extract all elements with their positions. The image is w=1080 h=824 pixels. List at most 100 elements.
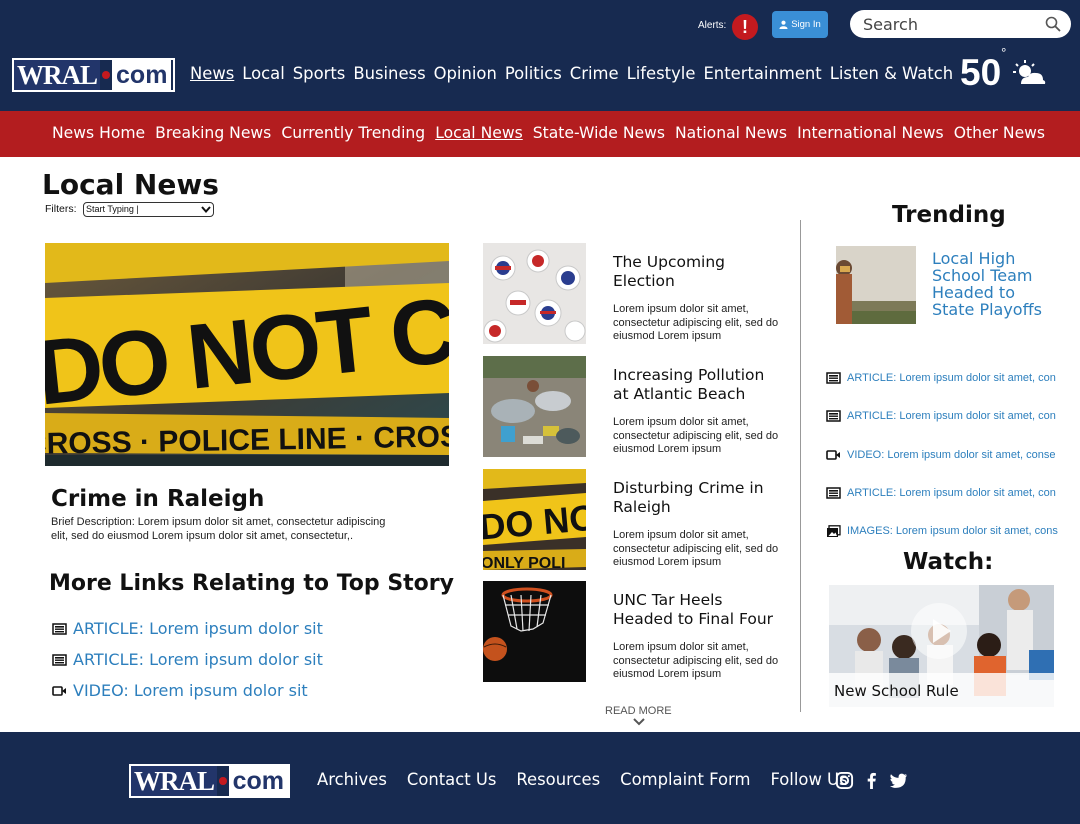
list-item[interactable]: IMAGES: Lorem ipsum dolor sit amet, cons (826, 512, 1061, 550)
footer-link-resources[interactable]: Resources (516, 770, 600, 789)
story-card[interactable]: Increasing Pollution at Atlantic Beach L… (483, 356, 783, 458)
nav-local[interactable]: Local (242, 64, 284, 83)
trending-link[interactable]: ARTICLE: Lorem ipsum dolor sit amet, con (847, 410, 1056, 422)
trending-link[interactable]: VIDEO: Lorem ipsum dolor sit amet, conse (847, 449, 1055, 461)
temperature-value: 50 (960, 52, 1002, 93)
more-link[interactable]: VIDEO: Lorem ipsum dolor sit (73, 681, 308, 700)
nav-entertainment[interactable]: Entertainment (703, 64, 821, 83)
subnav-currently-trending[interactable]: Currently Trending (281, 124, 425, 142)
story-description: Lorem ipsum dolor sit amet, consectetur … (613, 529, 779, 568)
hero-title[interactable]: Crime in Raleigh (51, 486, 264, 512)
newspaper-icon (52, 622, 67, 635)
facebook-icon[interactable] (862, 771, 881, 790)
chevron-down-icon[interactable] (632, 717, 646, 726)
trending-list: ARTICLE: Lorem ipsum dolor sit amet, con… (826, 359, 1061, 550)
site-logo[interactable]: WRAL com (12, 58, 175, 92)
hero-image[interactable]: DO NOT CROSS CROSS · POLICE LINE · CROSS (45, 243, 449, 466)
nav-business[interactable]: Business (353, 64, 425, 83)
trending-link[interactable]: ARTICLE: Lorem ipsum dolor sit amet, con (847, 487, 1056, 499)
subnav-international-news[interactable]: International News (797, 124, 944, 142)
list-item[interactable]: ARTICLE: Lorem ipsum dolor sit (52, 644, 323, 675)
site-footer: WRAL com Archives Contact Us Resources C… (0, 732, 1080, 824)
story-thumbnail[interactable] (483, 356, 586, 457)
list-item[interactable]: VIDEO: Lorem ipsum dolor sit amet, conse (826, 436, 1061, 474)
story-thumbnail[interactable] (483, 581, 586, 682)
nav-news[interactable]: News (190, 64, 234, 83)
newspaper-icon (52, 653, 67, 666)
nav-crime[interactable]: Crime (570, 64, 619, 83)
chevron-down-icon (201, 206, 211, 214)
site-header: Alerts: ! Sign In WRAL com News Local Sp… (0, 0, 1080, 111)
read-more-link[interactable]: READ MORE (605, 705, 672, 717)
story-title[interactable]: Increasing Pollution at Atlantic Beach (613, 366, 783, 404)
story-title[interactable]: UNC Tar Heels Headed to Final Four (613, 591, 783, 629)
temperature-readout[interactable]: 50° (960, 45, 1006, 94)
search-icon[interactable] (1045, 16, 1061, 32)
temperature-unit: ° (1001, 44, 1007, 60)
partly-cloudy-icon (1013, 60, 1046, 84)
subnav-national-news[interactable]: National News (675, 124, 787, 142)
more-link[interactable]: ARTICLE: Lorem ipsum dolor sit (73, 650, 323, 669)
list-item[interactable]: ARTICLE: Lorem ipsum dolor sit amet, con (826, 474, 1061, 512)
story-thumbnail[interactable] (483, 243, 586, 344)
page-title: Local News (42, 168, 219, 201)
user-icon (779, 20, 788, 29)
more-link[interactable]: ARTICLE: Lorem ipsum dolor sit (73, 619, 323, 638)
search-bar (850, 10, 1071, 38)
nav-politics[interactable]: Politics (505, 64, 562, 83)
story-thumbnail[interactable]: DO NOT ONLY POLI (483, 469, 586, 570)
twitter-icon[interactable] (889, 771, 908, 790)
logo-wordmark: WRAL (131, 766, 218, 796)
nav-lifestyle[interactable]: Lifestyle (627, 64, 696, 83)
footer-link-contact[interactable]: Contact Us (407, 770, 497, 789)
main-nav: News Local Sports Business Opinion Polit… (190, 64, 953, 83)
watch-video-player[interactable]: New School Rule (829, 585, 1054, 707)
svg-text:ONLY POLI: ONLY POLI (483, 555, 565, 570)
search-input[interactable] (863, 13, 1043, 35)
nav-listen-watch[interactable]: Listen & Watch (830, 64, 953, 83)
footer-link-complaint[interactable]: Complaint Form (620, 770, 750, 789)
trending-image[interactable] (836, 246, 916, 324)
story-description: Lorem ipsum dolor sit amet, consectetur … (613, 303, 779, 342)
more-links-list: ARTICLE: Lorem ipsum dolor sit ARTICLE: … (52, 613, 323, 706)
story-title[interactable]: The Upcoming Election (613, 253, 783, 291)
subnav-breaking-news[interactable]: Breaking News (155, 124, 271, 142)
story-card[interactable]: DO NOT ONLY POLI Disturbing Crime in Ral… (483, 469, 783, 571)
video-camera-icon (826, 449, 840, 460)
list-item[interactable]: ARTICLE: Lorem ipsum dolor sit amet, con (826, 397, 1061, 435)
sign-in-label: Sign In (791, 19, 821, 30)
subnav-state-wide-news[interactable]: State-Wide News (533, 124, 665, 142)
video-caption: New School Rule (829, 673, 1054, 707)
alerts-label: Alerts: (698, 20, 727, 31)
subnav-other-news[interactable]: Other News (954, 124, 1045, 142)
nav-sports[interactable]: Sports (293, 64, 346, 83)
alert-icon[interactable]: ! (732, 14, 758, 40)
sign-in-button[interactable]: Sign In (772, 11, 828, 38)
social-links (835, 771, 908, 790)
footer-logo[interactable]: WRAL com (129, 764, 290, 798)
play-icon[interactable] (911, 603, 967, 659)
filter-dropdown[interactable]: Start Typing | (83, 202, 214, 217)
list-item[interactable]: ARTICLE: Lorem ipsum dolor sit (52, 613, 323, 644)
logo-suffix: com (112, 60, 172, 90)
story-card[interactable]: UNC Tar Heels Headed to Final Four Lorem… (483, 581, 783, 683)
nav-opinion[interactable]: Opinion (434, 64, 497, 83)
footer-link-archives[interactable]: Archives (317, 770, 387, 789)
instagram-icon[interactable] (835, 771, 854, 790)
hero-description: Brief Description: Lorem ipsum dolor sit… (51, 516, 386, 542)
trending-link[interactable]: IMAGES: Lorem ipsum dolor sit amet, cons (847, 525, 1058, 537)
subnav-news-home[interactable]: News Home (52, 124, 145, 142)
logo-dot (219, 777, 227, 785)
subnav-local-news[interactable]: Local News (435, 124, 523, 142)
story-title[interactable]: Disturbing Crime in Raleigh (613, 479, 783, 517)
trending-link[interactable]: ARTICLE: Lorem ipsum dolor sit amet, con (847, 372, 1056, 384)
footer-nav: Archives Contact Us Resources Complaint … (317, 770, 848, 789)
more-links-title: More Links Relating to Top Story (49, 571, 454, 596)
filter-value: Start Typing | (86, 204, 139, 214)
trending-headline[interactable]: Local High School Team Headed to State P… (932, 250, 1062, 318)
list-item[interactable]: VIDEO: Lorem ipsum dolor sit (52, 675, 323, 706)
images-icon (827, 525, 841, 538)
list-item[interactable]: ARTICLE: Lorem ipsum dolor sit amet, con (826, 359, 1061, 397)
video-caption-text: New School Rule (834, 682, 959, 700)
story-card[interactable]: The Upcoming Election Lorem ipsum dolor … (483, 243, 783, 345)
